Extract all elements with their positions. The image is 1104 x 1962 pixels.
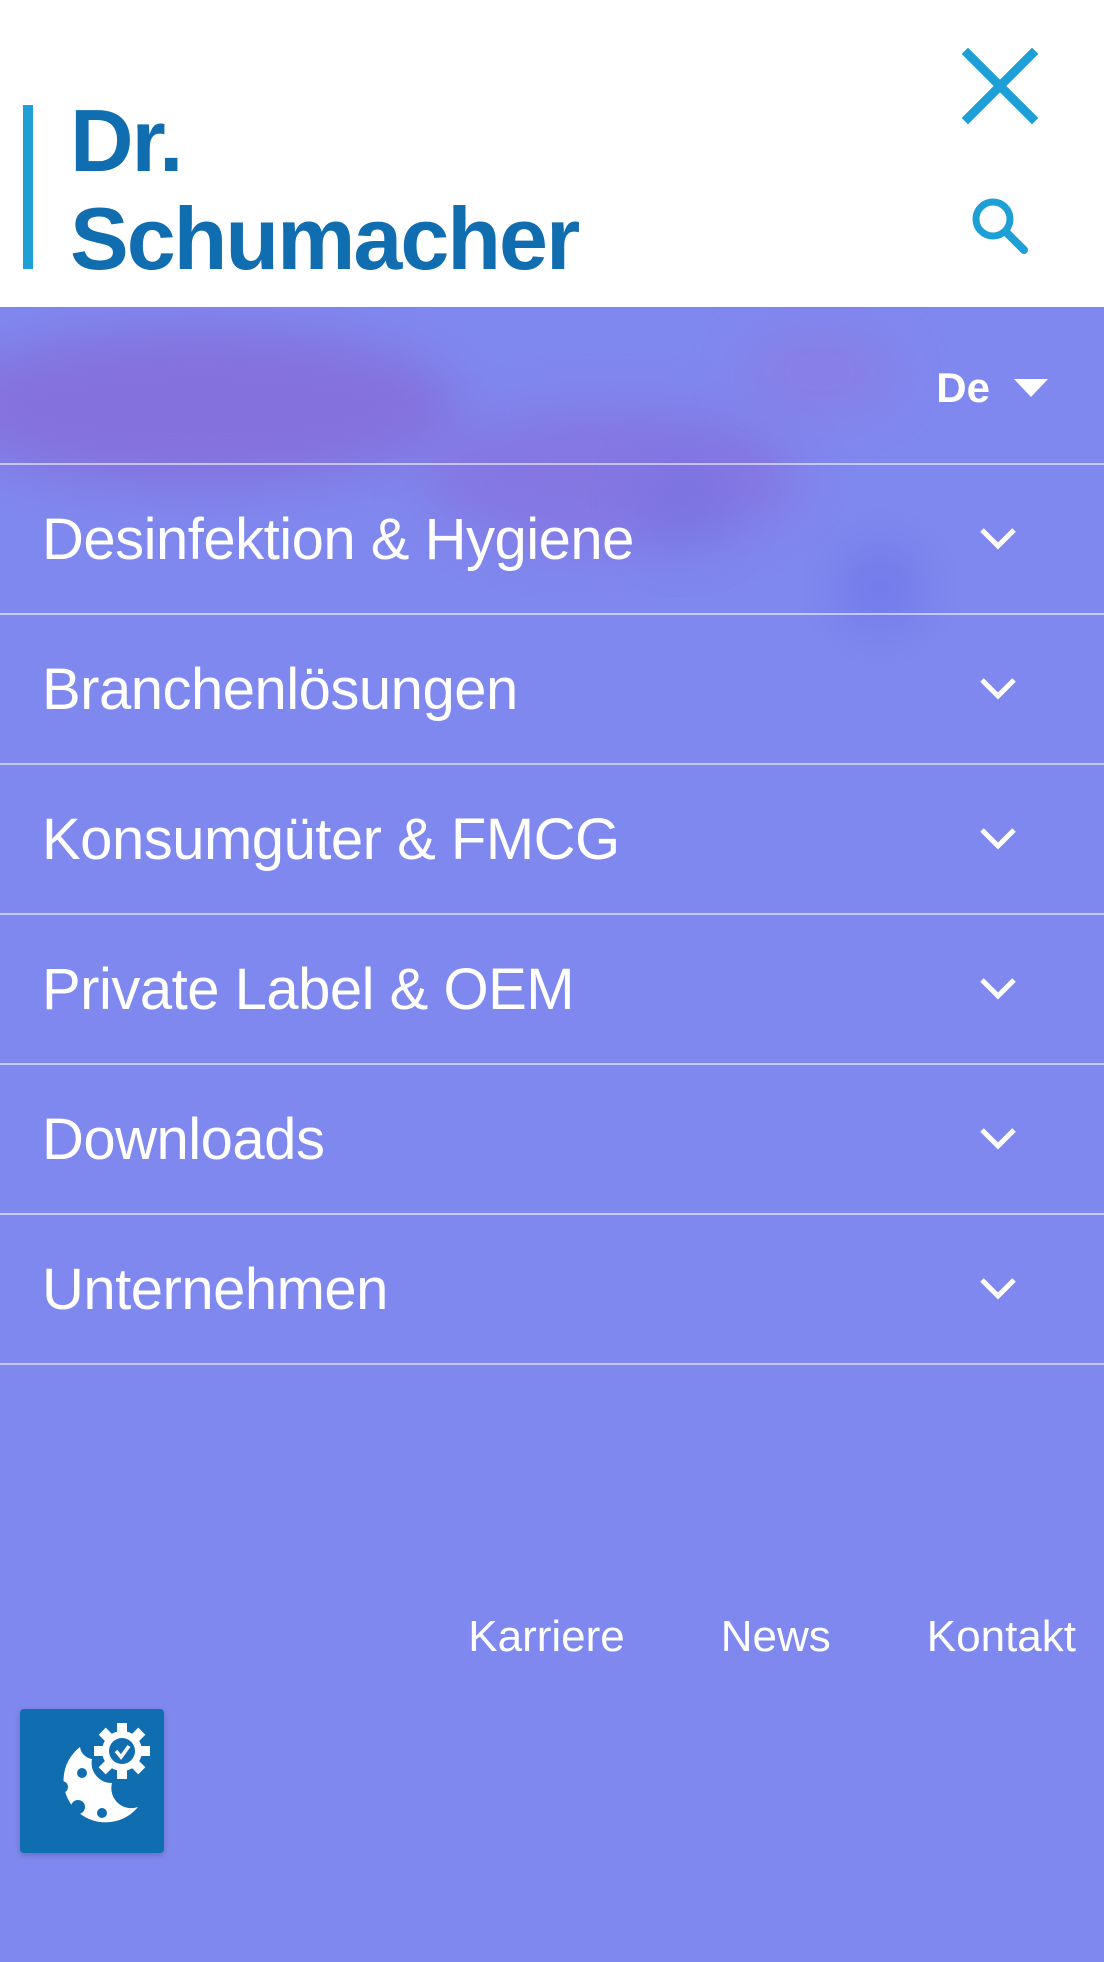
logo[interactable]: Dr. Schumacher xyxy=(70,91,580,288)
cookie-settings-icon xyxy=(54,1723,150,1823)
footer-link-news[interactable]: News xyxy=(721,1612,831,1662)
site-header: Dr. Schumacher xyxy=(0,0,1104,307)
chevron-down-icon xyxy=(980,528,1016,550)
language-label: De xyxy=(936,364,990,411)
chevron-down-icon xyxy=(980,678,1016,700)
nav-item-label: Konsumgüter & FMCG xyxy=(42,806,620,872)
language-selector[interactable]: De xyxy=(936,364,1048,412)
nav-item-label: Desinfektion & Hygiene xyxy=(42,506,634,572)
cookie-settings-button[interactable] xyxy=(20,1709,164,1853)
chevron-down-icon xyxy=(980,828,1016,850)
nav-item-label: Branchenlösungen xyxy=(42,656,518,722)
footer-link-kontakt[interactable]: Kontakt xyxy=(927,1612,1076,1662)
search-button[interactable] xyxy=(968,194,1032,258)
search-icon xyxy=(972,198,1028,254)
nav-item-label: Unternehmen xyxy=(42,1256,388,1322)
nav-item-label: Downloads xyxy=(42,1106,325,1172)
footer-links: Karriere News Kontakt xyxy=(468,1612,1076,1662)
nav-item-label: Private Label & OEM xyxy=(42,956,575,1022)
nav-item-unternehmen[interactable]: Unternehmen xyxy=(0,1213,1104,1365)
chevron-down-icon xyxy=(980,1278,1016,1300)
nav-item-private-label-oem[interactable]: Private Label & OEM xyxy=(0,913,1104,1063)
background-blur-shape xyxy=(740,327,900,417)
logo-accent-bar xyxy=(23,105,33,269)
main-navigation: Desinfektion & Hygiene Branchenlösungen … xyxy=(0,463,1104,1365)
close-icon xyxy=(961,47,1039,125)
logo-line2: Schumacher xyxy=(70,189,580,288)
nav-item-konsumgueter-fmcg[interactable]: Konsumgüter & FMCG xyxy=(0,763,1104,913)
chevron-down-icon xyxy=(980,1128,1016,1150)
caret-down-icon xyxy=(1014,379,1048,397)
logo-line1: Dr. xyxy=(70,91,183,190)
nav-item-branchenloesungen[interactable]: Branchenlösungen xyxy=(0,613,1104,763)
chevron-down-icon xyxy=(980,978,1016,1000)
footer-link-karriere[interactable]: Karriere xyxy=(468,1612,625,1662)
nav-item-desinfektion-hygiene[interactable]: Desinfektion & Hygiene xyxy=(0,463,1104,613)
nav-item-downloads[interactable]: Downloads xyxy=(0,1063,1104,1213)
close-menu-button[interactable] xyxy=(960,46,1040,126)
